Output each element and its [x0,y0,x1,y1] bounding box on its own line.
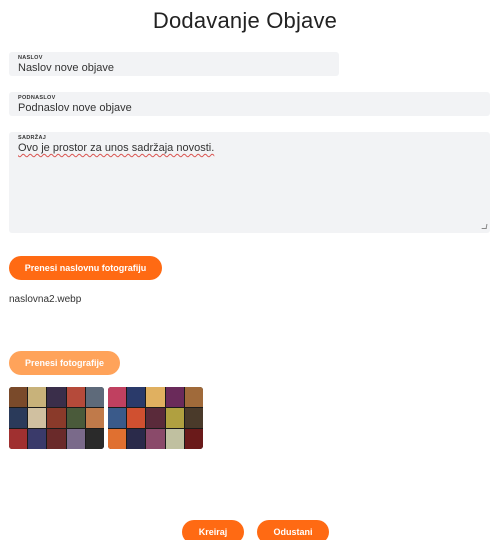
sadrzaj-field[interactable]: SADRŽAJ Ovo je prostor za unos sadržaja … [9,132,490,233]
cancel-button[interactable]: Odustani [257,520,329,540]
gallery-thumbnail-1[interactable] [9,387,104,449]
naslov-input[interactable]: Naslov nove objave [18,62,330,75]
sadrzaj-label: SADRŽAJ [18,135,47,141]
thumbnail-tile [9,429,28,449]
thumbnail-tile [28,408,47,428]
upload-cover-button[interactable]: Prenesi naslovnu fotografiju [9,256,162,280]
thumbnail-tile [9,387,28,407]
thumbnail-tile [165,429,184,449]
gallery-thumbnail-2[interactable] [108,387,203,449]
podnaslov-input[interactable]: Podnaslov nove objave [18,102,481,115]
thumbnail-tile [108,429,127,449]
naslov-label: NASLOV [18,55,43,61]
thumbnail-tile [66,387,85,407]
thumbnail-tile [165,387,184,407]
upload-photos-button[interactable]: Prenesi fotografije [9,351,120,375]
thumbnail-tile [127,408,146,428]
thumbnail-tile [127,429,146,449]
thumbnail-tile [127,387,146,407]
page-title: Dodavanje Objave [152,8,338,33]
cover-filename: naslovna2.webp [9,294,82,305]
thumbnail-tile [66,429,85,449]
naslov-field[interactable]: NASLOV Naslov nove objave [9,52,339,76]
thumbnail-tile [146,408,165,428]
podnaslov-label: PODNASLOV [18,95,56,101]
thumbnail-tile [184,387,203,407]
thumbnail-tile [47,429,66,449]
thumbnail-tile [85,429,104,449]
sadrzaj-textarea[interactable]: Ovo je prostor za unos sadržaja novosti. [18,142,481,155]
thumbnail-tile [85,387,104,407]
thumbnail-tile [108,387,127,407]
thumbnail-tile [184,408,203,428]
thumbnail-tile [47,408,66,428]
thumbnail-tile [28,429,47,449]
thumbnail-tile [28,387,47,407]
thumbnail-tile [146,429,165,449]
podnaslov-field[interactable]: PODNASLOV Podnaslov nove objave [9,92,490,116]
thumbnail-tile [47,387,66,407]
thumbnail-tile [66,408,85,428]
thumbnail-tile [165,408,184,428]
thumbnail-tile [184,429,203,449]
resize-handle-icon[interactable] [481,224,488,229]
thumbnail-tile [85,408,104,428]
thumbnail-tile [108,408,127,428]
thumbnail-tile [146,387,165,407]
create-button[interactable]: Kreiraj [182,520,244,540]
thumbnail-tile [9,408,28,428]
